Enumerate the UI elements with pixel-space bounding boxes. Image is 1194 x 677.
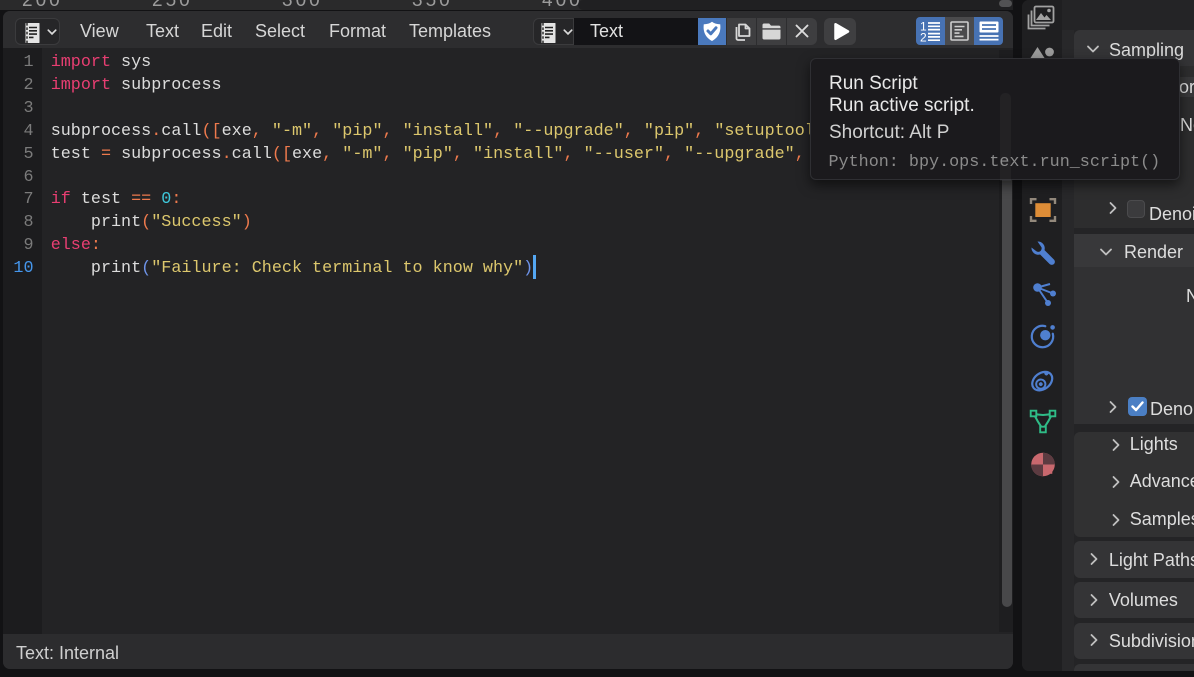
svg-text:2: 2 xyxy=(920,31,927,43)
